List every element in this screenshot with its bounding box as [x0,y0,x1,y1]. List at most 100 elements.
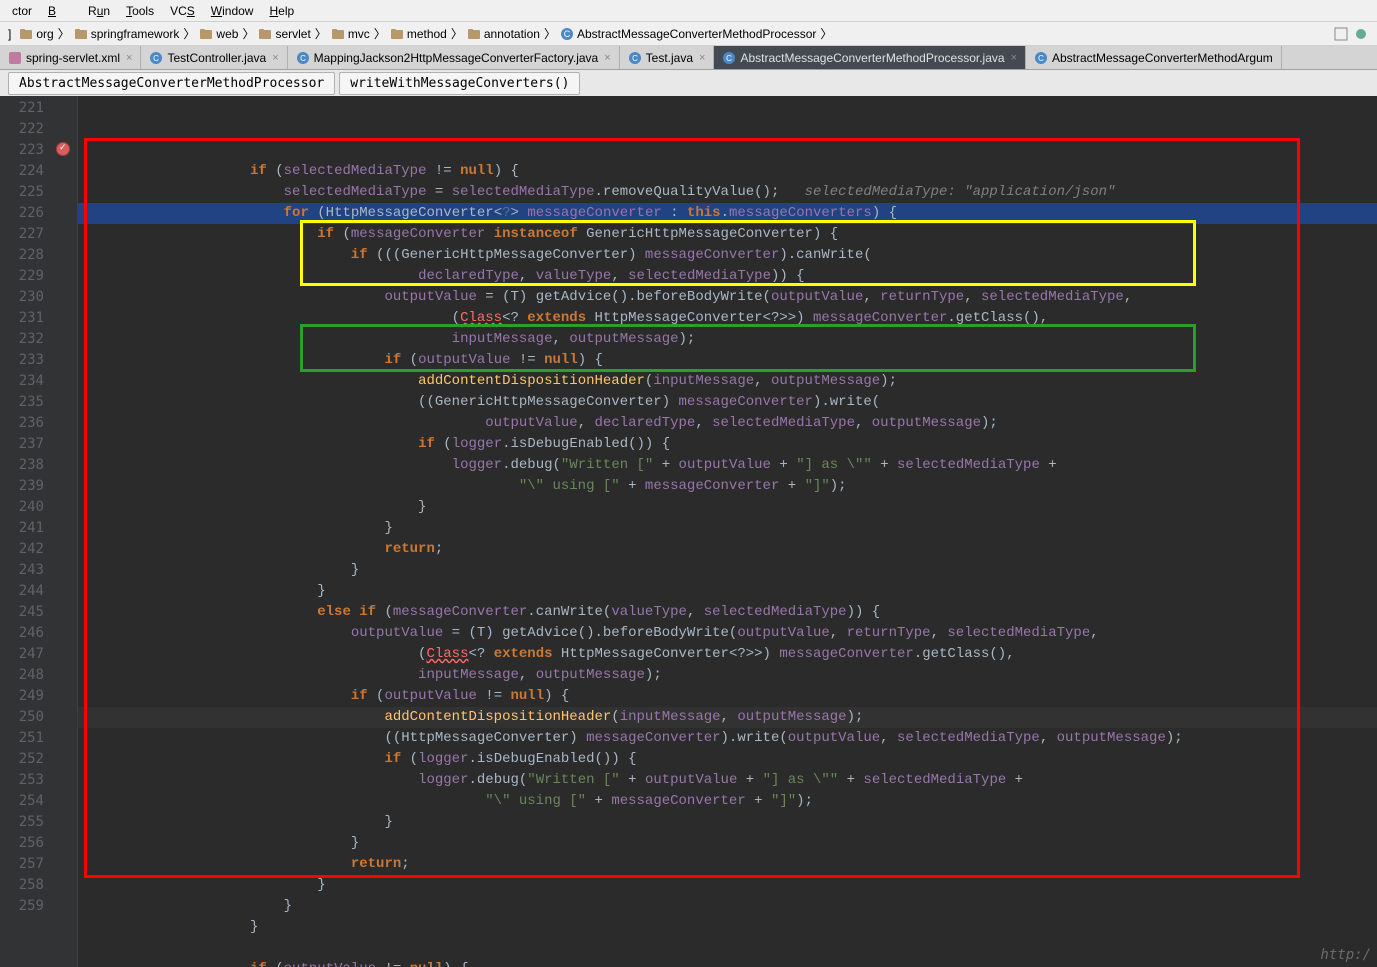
breadcrumb-item[interactable]: annotation [463,27,544,41]
editor-tab[interactable]: CTest.java× [620,46,715,69]
code-line[interactable]: ((HttpMessageConverter) messageConverter… [78,728,1377,749]
line-number[interactable]: 223 [0,140,44,161]
line-number[interactable]: 247 [0,644,44,665]
code-line[interactable]: if (((GenericHttpMessageConverter) messa… [78,245,1377,266]
code-line[interactable]: inputMessage, outputMessage); [78,329,1377,350]
line-number[interactable]: 244 [0,581,44,602]
method-pill[interactable]: writeWithMessageConverters() [339,72,580,95]
menu-item[interactable]: VCS [162,2,203,20]
line-number[interactable]: 234 [0,371,44,392]
editor-tab[interactable]: CAbstractMessageConverterMethodArgum [1026,46,1282,69]
code-line[interactable]: (Class<? extends HttpMessageConverter<?>… [78,644,1377,665]
code-line[interactable]: } [78,560,1377,581]
line-number[interactable]: 248 [0,665,44,686]
code-line[interactable]: for (HttpMessageConverter<?> messageConv… [78,203,1377,224]
line-number[interactable]: 228 [0,245,44,266]
code-line[interactable]: addContentDispositionHeader(inputMessage… [78,371,1377,392]
line-number[interactable]: 241 [0,518,44,539]
breadcrumb-item[interactable]: org [15,27,57,41]
menu-item[interactable]: Run [80,2,118,20]
code-line[interactable]: (Class<? extends HttpMessageConverter<?>… [78,308,1377,329]
line-number[interactable]: 237 [0,434,44,455]
toolbar-icon[interactable] [1353,26,1369,42]
menu-item[interactable]: Help [261,2,302,20]
code-line[interactable]: } [78,875,1377,896]
line-number[interactable]: 226 [0,203,44,224]
code-line[interactable]: if (outputValue != null) { [78,350,1377,371]
line-number[interactable]: 254 [0,791,44,812]
code-line[interactable]: else if (messageConverter.canWrite(value… [78,602,1377,623]
menu-item[interactable]: B [40,2,80,20]
code-line[interactable]: } [78,497,1377,518]
class-pill[interactable]: AbstractMessageConverterMethodProcessor [8,72,335,95]
code-line[interactable]: outputValue, declaredType, selectedMedia… [78,413,1377,434]
code-line[interactable]: "\" using [" + messageConverter + "]"); [78,791,1377,812]
line-number[interactable]: 227 [0,224,44,245]
line-number[interactable]: 245 [0,602,44,623]
code-line[interactable]: outputValue = (T) getAdvice().beforeBody… [78,623,1377,644]
line-number[interactable]: 250 [0,707,44,728]
line-number[interactable]: 259 [0,896,44,917]
code-line[interactable]: } [78,812,1377,833]
code-line[interactable]: } [78,896,1377,917]
editor-tab[interactable]: CTestController.java× [141,46,287,69]
close-icon[interactable]: × [699,52,705,64]
menu-item[interactable]: Window [203,2,262,20]
close-icon[interactable]: × [1011,52,1017,64]
editor-tab[interactable]: CAbstractMessageConverterMethodProcessor… [714,46,1026,69]
menu-item[interactable]: Tools [118,2,162,20]
code-line[interactable]: } [78,917,1377,938]
line-number[interactable]: 252 [0,749,44,770]
code-line[interactable]: outputValue = (T) getAdvice().beforeBody… [78,287,1377,308]
code-line[interactable]: if (outputValue != null) { [78,959,1377,967]
code-line[interactable]: "\" using [" + messageConverter + "]"); [78,476,1377,497]
close-icon[interactable]: × [272,52,278,64]
line-number[interactable]: 229 [0,266,44,287]
line-number[interactable]: 255 [0,812,44,833]
code-area[interactable]: if (selectedMediaType != null) { selecte… [78,96,1377,967]
line-number[interactable]: 222 [0,119,44,140]
line-number[interactable]: 233 [0,350,44,371]
breadcrumb-item[interactable]: servlet [254,27,314,41]
line-number[interactable]: 239 [0,476,44,497]
code-line[interactable]: if (selectedMediaType != null) { [78,161,1377,182]
close-icon[interactable]: × [604,52,610,64]
editor-tab[interactable]: spring-servlet.xml× [0,46,141,69]
code-line[interactable]: if (logger.isDebugEnabled()) { [78,749,1377,770]
breadcrumb-item[interactable]: CAbstractMessageConverterMethodProcessor [556,27,820,41]
line-number[interactable]: 232 [0,329,44,350]
line-number[interactable]: 230 [0,287,44,308]
line-number[interactable]: 249 [0,686,44,707]
code-line[interactable]: } [78,518,1377,539]
line-number[interactable]: 257 [0,854,44,875]
line-number[interactable]: 236 [0,413,44,434]
breadcrumb-item[interactable]: springframework [70,27,184,41]
code-line[interactable]: if (messageConverter instanceof GenericH… [78,224,1377,245]
line-number[interactable]: 246 [0,623,44,644]
line-number[interactable]: 251 [0,728,44,749]
breadcrumb-item[interactable]: method [386,27,451,41]
code-line[interactable]: return; [78,539,1377,560]
code-line[interactable] [78,938,1377,959]
line-number[interactable]: 231 [0,308,44,329]
line-number[interactable]: 242 [0,539,44,560]
line-number[interactable]: 221 [0,98,44,119]
line-number[interactable]: 240 [0,497,44,518]
close-icon[interactable]: × [126,52,132,64]
breakpoint-marker[interactable] [56,142,70,156]
breadcrumb-item[interactable]: web [195,27,242,41]
code-line[interactable]: inputMessage, outputMessage); [78,665,1377,686]
menu-item[interactable]: ctor [4,2,40,20]
code-line[interactable]: logger.debug("Written [" + outputValue +… [78,770,1377,791]
breadcrumb-item[interactable]: mvc [327,27,374,41]
line-number[interactable]: 243 [0,560,44,581]
code-line[interactable]: } [78,581,1377,602]
line-number[interactable]: 258 [0,875,44,896]
line-number[interactable]: 253 [0,770,44,791]
code-line[interactable]: if (logger.isDebugEnabled()) { [78,434,1377,455]
line-number[interactable]: 238 [0,455,44,476]
code-line[interactable]: if (outputValue != null) { [78,686,1377,707]
code-line[interactable]: } [78,833,1377,854]
code-line[interactable]: ((GenericHttpMessageConverter) messageCo… [78,392,1377,413]
code-line[interactable]: declaredType, valueType, selectedMediaTy… [78,266,1377,287]
